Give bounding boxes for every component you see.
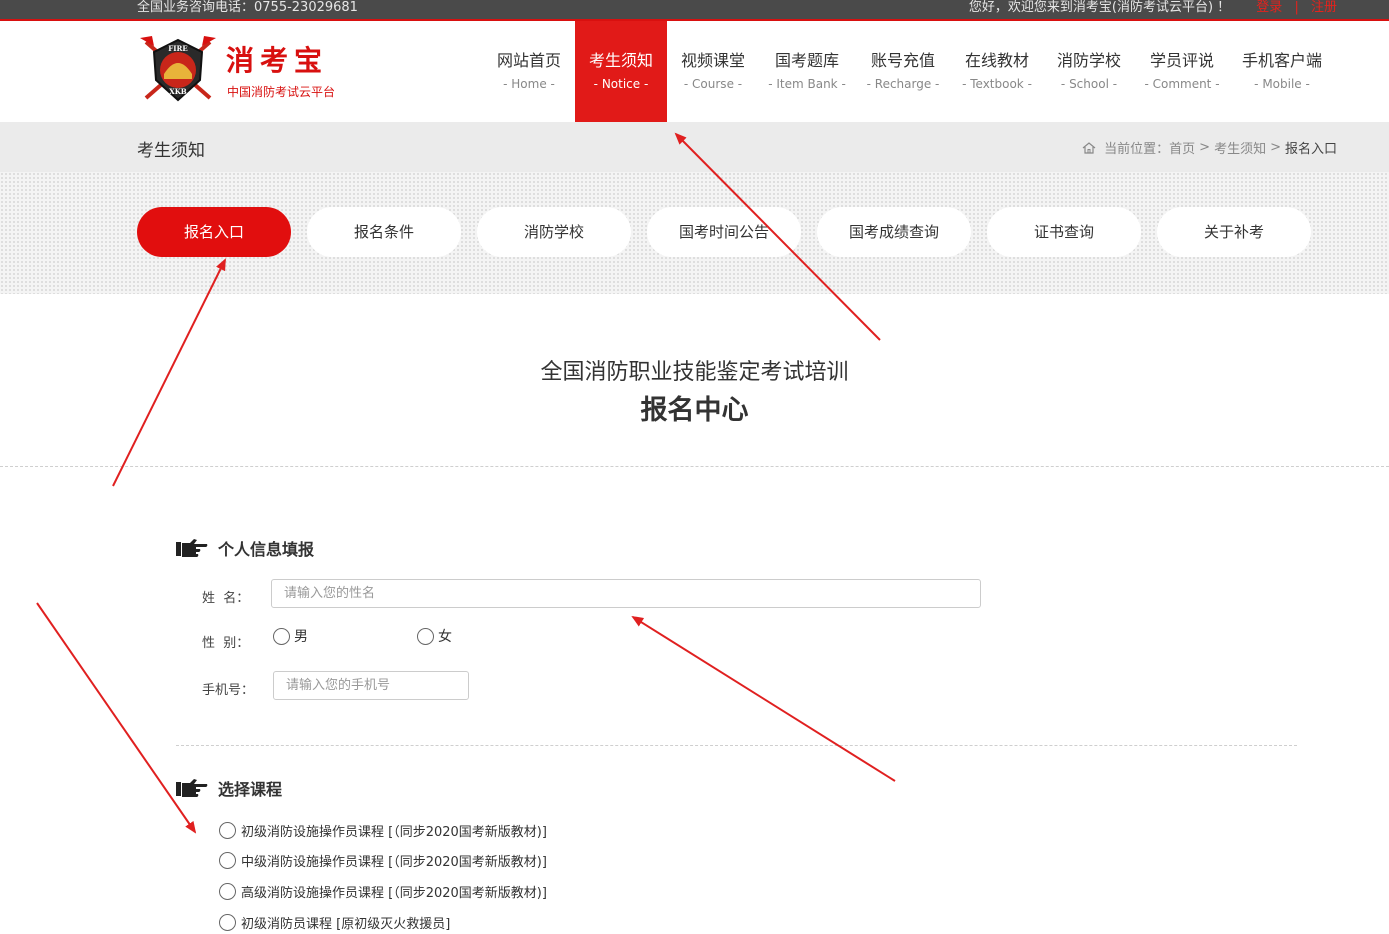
course-option[interactable]: 初级消防员课程 [原初级灭火救援员] bbox=[219, 913, 450, 932]
pointing-hand-icon bbox=[176, 539, 208, 557]
breadcrumb-current: 报名入口 bbox=[1284, 142, 1337, 157]
nav-item-recharge[interactable]: 账号充值 - Recharge - bbox=[855, 21, 951, 122]
personal-info-heading: 个人信息填报 bbox=[176, 536, 314, 560]
gender-female-label: 女 bbox=[438, 629, 452, 645]
nav-item-school[interactable]: 消防学校 - School - bbox=[1043, 21, 1135, 122]
nav-item-sublabel: - School - bbox=[1060, 77, 1118, 91]
course-option[interactable]: 高级消防设施操作员课程 [（同步2020国考新版教材)] bbox=[219, 882, 547, 901]
nav-item-mobile[interactable]: 手机客户端 - Mobile - bbox=[1229, 21, 1335, 122]
breadcrumb-separator: > bbox=[1270, 140, 1281, 155]
nav-item-label: 视频课堂 bbox=[680, 51, 745, 70]
breadcrumb-prefix: 当前位置： bbox=[1104, 142, 1170, 157]
breadcrumb: 当前位置： 首页 > 考生须知 > 报名入口 bbox=[1082, 138, 1337, 157]
section-title: 全国消防职业技能鉴定考试培训 bbox=[540, 360, 849, 385]
nav-item-notice[interactable]: 考生须知 - Notice - bbox=[575, 21, 667, 122]
nav-item-label: 网站首页 bbox=[496, 51, 561, 70]
name-label: 姓 名： bbox=[202, 591, 250, 606]
course-option[interactable]: 初级消防设施操作员课程 [（同步2020国考新版教材)] bbox=[219, 821, 547, 840]
breadcrumb-home[interactable]: 首页 bbox=[1169, 138, 1195, 157]
arrow-to-course-options bbox=[36, 602, 197, 834]
course-option-label: 中级消防设施操作员课程 [（同步2020国考新版教材)] bbox=[241, 855, 547, 870]
nav-item-sublabel: - Mobile - bbox=[1254, 77, 1310, 91]
radio-circle-icon bbox=[417, 627, 434, 645]
course-option-label: 初级消防员课程 [原初级灭火救援员] bbox=[241, 917, 451, 932]
radio-circle-icon bbox=[219, 914, 236, 931]
breadcrumb-separator: > bbox=[1199, 140, 1211, 155]
page-title-band: 考生须知 当前位置： 首页 > 考生须知 > 报名入口 bbox=[0, 122, 1389, 172]
course-heading-text: 选择课程 bbox=[218, 780, 283, 799]
radio-circle-icon bbox=[219, 822, 236, 839]
tab-exam-schedule[interactable]: 国考时间公告 bbox=[647, 207, 801, 257]
course-option[interactable]: 中级消防设施操作员课程 [（同步2020国考新版教材)] bbox=[219, 851, 547, 870]
divider bbox=[0, 466, 1389, 467]
radio-circle-icon bbox=[273, 627, 290, 645]
phone-label: 手机号： bbox=[202, 683, 255, 698]
arrow-to-name-input bbox=[631, 615, 896, 782]
nav-item-textbook[interactable]: 在线教材 - Textbook - bbox=[951, 21, 1043, 122]
gender-male-radio[interactable]: 男 bbox=[273, 626, 308, 646]
pointing-hand-icon bbox=[176, 779, 208, 797]
course-option-label: 初级消防设施操作员课程 [（同步2020国考新版教材)] bbox=[241, 825, 547, 840]
top-bar-separator: | bbox=[1294, 0, 1299, 15]
top-bar-right: 您好，欢迎您来到消考宝(消防考试云平台) ！ 登录 | 注册 bbox=[969, 0, 1337, 16]
nav-item-course[interactable]: 视频课堂 - Course - bbox=[667, 21, 759, 122]
tab-score-query[interactable]: 国考成绩查询 bbox=[817, 207, 971, 257]
welcome-text: 您好，欢迎您来到消考宝(消防考试云平台) ！ bbox=[968, 0, 1231, 15]
fire-helmet-logo-icon: FIRE XKB bbox=[140, 36, 216, 102]
page-title: 考生须知 bbox=[137, 141, 205, 161]
hotline-text: 全国业务咨询电话：0755-23029681 bbox=[137, 0, 358, 15]
register-link[interactable]: 注册 bbox=[1311, 0, 1337, 15]
phone-input[interactable] bbox=[273, 671, 469, 700]
brand-subtitle: 中国消防考试云平台 bbox=[227, 85, 336, 99]
main-nav: 网站首页 - Home - 考生须知 - Notice - 视频课堂 - Cou… bbox=[483, 21, 1335, 122]
name-input[interactable] bbox=[271, 579, 981, 608]
logo-top-text: FIRE bbox=[168, 44, 187, 53]
form-divider bbox=[176, 745, 1297, 746]
nav-item-sublabel: - Home - bbox=[503, 77, 555, 91]
top-bar: 全国业务咨询电话：0755-23029681 您好，欢迎您来到消考宝(消防考试云… bbox=[0, 0, 1389, 21]
radio-circle-icon bbox=[219, 852, 236, 869]
tab-schools[interactable]: 消防学校 bbox=[477, 207, 631, 257]
nav-item-label: 手机客户端 bbox=[1241, 51, 1322, 70]
nav-item-label: 学员评说 bbox=[1149, 51, 1214, 70]
breadcrumb-notice[interactable]: 考生须知 bbox=[1214, 138, 1266, 157]
gender-male-label: 男 bbox=[294, 629, 308, 645]
nav-item-sublabel: - Item Bank - bbox=[768, 77, 846, 91]
gender-label: 性 别： bbox=[202, 636, 250, 651]
nav-item-home[interactable]: 网站首页 - Home - bbox=[483, 21, 575, 122]
nav-item-label: 账号充值 bbox=[870, 51, 935, 70]
nav-item-sublabel: - Notice - bbox=[593, 77, 649, 91]
tab-certificate-query[interactable]: 证书查询 bbox=[987, 207, 1141, 257]
nav-item-comment[interactable]: 学员评说 - Comment - bbox=[1135, 21, 1229, 122]
course-option-label: 高级消防设施操作员课程 [（同步2020国考新版教材)] bbox=[241, 886, 547, 901]
nav-item-sublabel: - Comment - bbox=[1144, 77, 1220, 91]
nav-item-label: 考生须知 bbox=[588, 51, 653, 70]
nav-item-item-bank[interactable]: 国考题库 - Item Bank - bbox=[759, 21, 855, 122]
login-link[interactable]: 登录 bbox=[1256, 0, 1282, 15]
tab-retake[interactable]: 关于补考 bbox=[1157, 207, 1311, 257]
nav-item-label: 消防学校 bbox=[1056, 51, 1121, 70]
logo[interactable]: FIRE XKB bbox=[138, 34, 218, 106]
sub-tabs-area: 报名入口 报名条件 消防学校 国考时间公告 国考成绩查询 证书查询 关于补考 bbox=[0, 172, 1389, 294]
nav-item-sublabel: - Course - bbox=[683, 77, 743, 91]
logo-bottom-text: XKB bbox=[169, 87, 187, 96]
tab-registration[interactable]: 报名入口 bbox=[137, 207, 291, 257]
gender-female-radio[interactable]: 女 bbox=[417, 626, 452, 646]
nav-item-label: 在线教材 bbox=[964, 51, 1029, 70]
personal-info-heading-text: 个人信息填报 bbox=[218, 540, 315, 559]
nav-item-sublabel: - Textbook - bbox=[962, 77, 1032, 91]
radio-circle-icon bbox=[219, 883, 236, 900]
brand-name: 消考宝 bbox=[226, 44, 329, 77]
nav-item-sublabel: - Recharge - bbox=[866, 77, 940, 91]
nav-item-label: 国考题库 bbox=[774, 51, 839, 70]
course-heading: 选择课程 bbox=[176, 776, 282, 800]
tab-conditions[interactable]: 报名条件 bbox=[307, 207, 461, 257]
home-icon bbox=[1082, 141, 1096, 154]
section-heading: 报名中心 bbox=[640, 395, 749, 426]
